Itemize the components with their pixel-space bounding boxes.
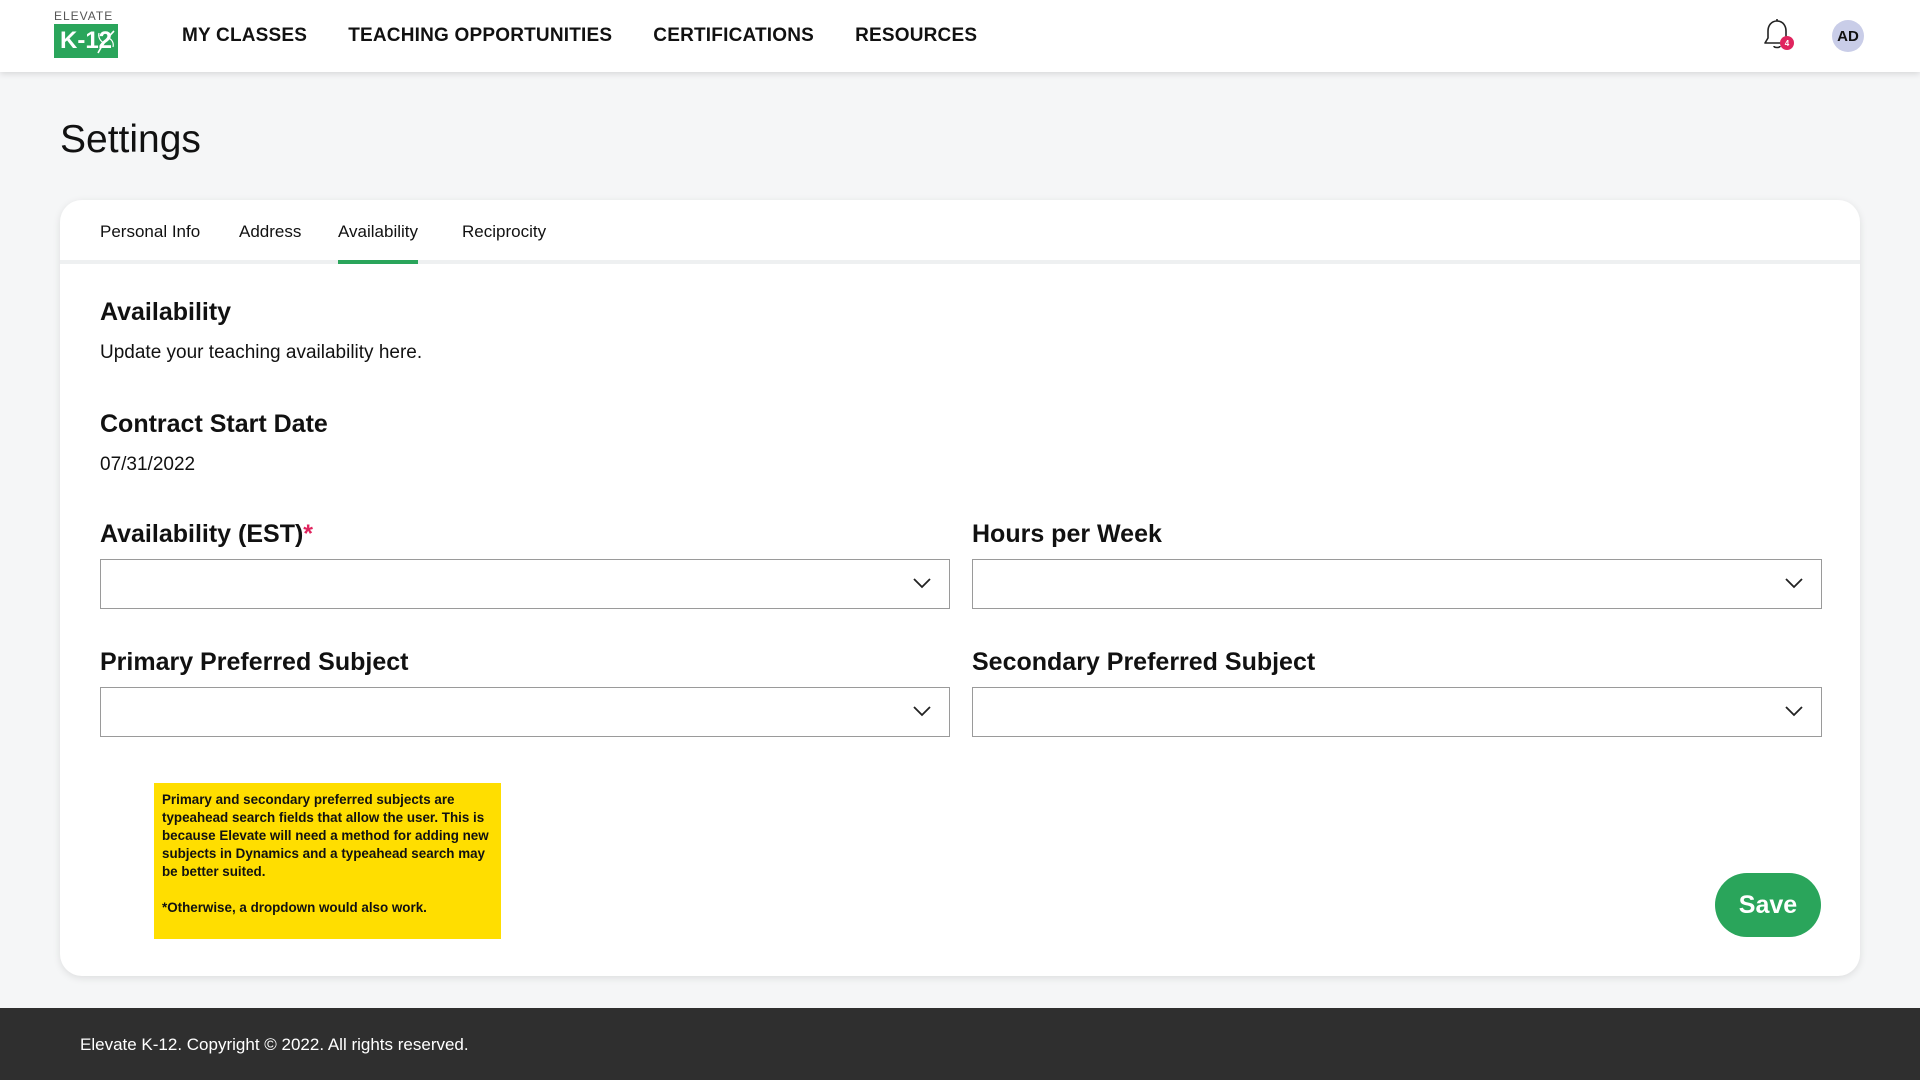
chevron-down-icon (913, 706, 931, 717)
logo-word: ELEVATE (54, 9, 114, 23)
settings-tabs: Personal Info Address Availability Recip… (60, 200, 1860, 264)
section-title: Availability (100, 298, 232, 326)
main-nav: MY CLASSES TEACHING OPPORTUNITIES CERTIF… (182, 0, 977, 72)
primary-subject-label: Primary Preferred Subject (100, 648, 409, 676)
page-title: Settings (60, 118, 201, 161)
tab-personal-info[interactable]: Personal Info (100, 222, 200, 260)
hours-per-week-label: Hours per Week (972, 520, 1162, 548)
contract-start-date-value: 07/31/2022 (100, 454, 196, 475)
required-asterisk: * (303, 520, 314, 548)
contract-start-date-label: Contract Start Date (100, 410, 328, 438)
footer: Elevate K-12. Copyright © 2022. All righ… (0, 1008, 1920, 1080)
hours-per-week-select[interactable] (972, 559, 1822, 609)
notification-count-badge: 4 (1780, 36, 1794, 50)
availability-est-select[interactable] (100, 559, 950, 609)
logo-mark: K-12 (54, 24, 118, 58)
notifications-button[interactable]: 4 (1762, 18, 1796, 54)
tab-reciprocity[interactable]: Reciprocity (462, 222, 546, 260)
primary-subject-select[interactable] (100, 687, 950, 737)
secondary-subject-label: Secondary Preferred Subject (972, 648, 1316, 676)
nav-resources[interactable]: RESOURCES (855, 25, 977, 47)
user-avatar[interactable]: AD (1832, 20, 1864, 52)
save-button[interactable]: Save (1715, 873, 1821, 937)
section-description: Update your teaching availability here. (100, 342, 423, 363)
settings-card: Personal Info Address Availability Recip… (60, 200, 1860, 976)
secondary-subject-select[interactable] (972, 687, 1822, 737)
elevate-k12-logo[interactable]: ELEVATE K-12 (54, 10, 120, 62)
tab-availability[interactable]: Availability (338, 222, 419, 264)
copyright-text: Elevate K-12. Copyright © 2022. All righ… (80, 1035, 469, 1054)
note-text-alt: *Otherwise, a dropdown would also work. (162, 900, 427, 915)
chevron-down-icon (1785, 578, 1803, 589)
annotation-sticky-note: Primary and secondary preferred subjects… (154, 783, 501, 939)
logo-sprout-icon (97, 30, 115, 54)
top-navigation-bar: ELEVATE K-12 MY CLASSES TEACHING OPPORTU… (0, 0, 1920, 72)
nav-certifications[interactable]: CERTIFICATIONS (653, 25, 814, 47)
chevron-down-icon (913, 578, 931, 589)
nav-teaching-opportunities[interactable]: TEACHING OPPORTUNITIES (348, 25, 612, 47)
availability-est-label-text: Availability (EST) (100, 520, 304, 548)
nav-my-classes[interactable]: MY CLASSES (182, 25, 307, 47)
chevron-down-icon (1785, 706, 1803, 717)
availability-est-label: Availability (EST)* (100, 520, 313, 549)
tab-address[interactable]: Address (239, 222, 301, 260)
note-text-main: Primary and secondary preferred subjects… (162, 792, 489, 879)
